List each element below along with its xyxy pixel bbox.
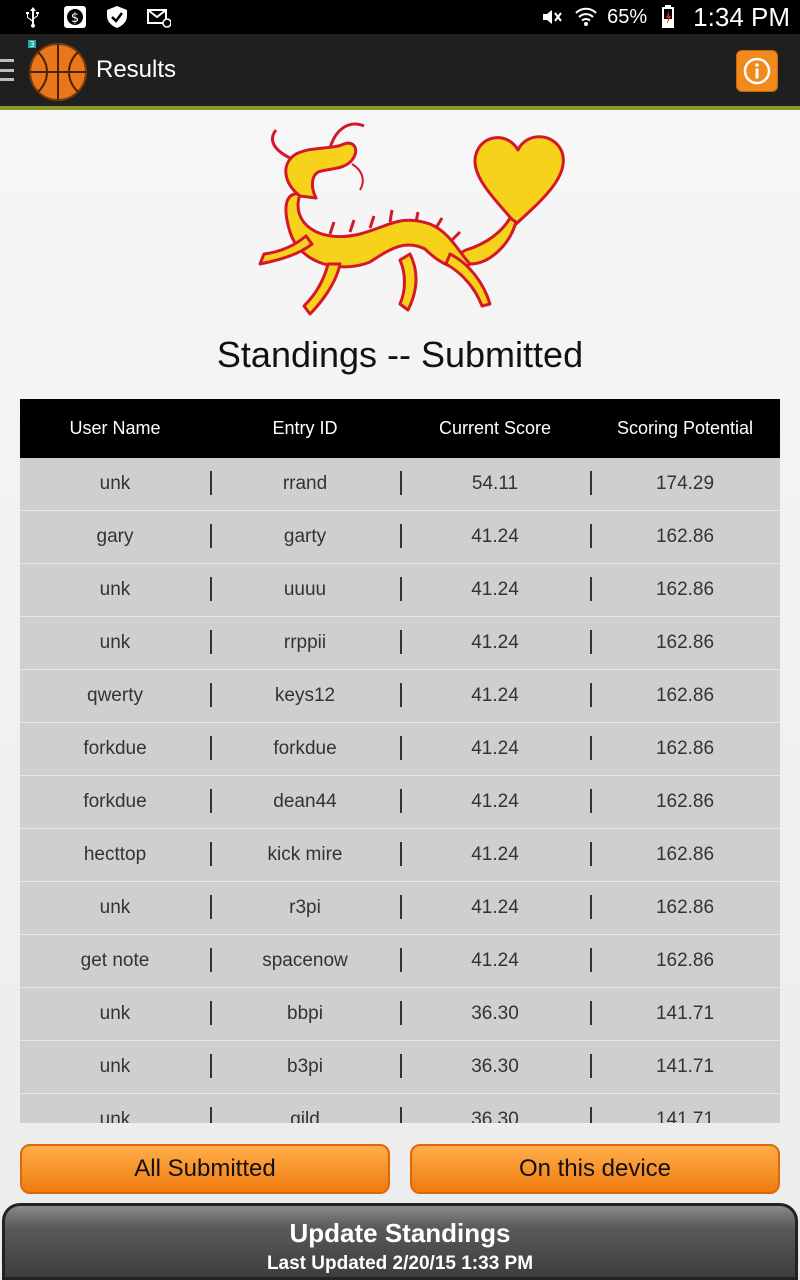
entry-id-cell: gild <box>210 1107 400 1123</box>
scoring-potential-cell: 162.86 <box>590 630 780 654</box>
usb-icon <box>20 5 46 29</box>
scoring-potential-cell: 162.86 <box>590 524 780 548</box>
update-standings-button[interactable]: Update Standings Last Updated 2/20/15 1:… <box>2 1203 798 1280</box>
column-header-scoring-potential[interactable]: Scoring Potential <box>590 418 780 439</box>
scoring-potential-cell: 162.86 <box>590 683 780 707</box>
scoring-potential-cell: 162.86 <box>590 789 780 813</box>
current-score-cell: 41.24 <box>400 736 590 760</box>
table-row[interactable]: unk rrppii 41.24 162.86 <box>20 617 780 670</box>
table-row[interactable]: gary garty 41.24 162.86 <box>20 511 780 564</box>
dollar-shield-icon: $ <box>62 5 88 29</box>
table-row[interactable]: unk gild 36.30 141.71 <box>20 1094 780 1123</box>
last-updated-text: Last Updated 2/20/15 1:33 PM <box>266 1253 534 1274</box>
user-name-cell: unk <box>99 579 131 600</box>
app-title: Results <box>96 56 177 83</box>
scoring-potential-cell: 174.29 <box>590 471 780 495</box>
scoring-potential-cell: 141.71 <box>590 1001 780 1025</box>
table-row[interactable]: forkdue forkdue 41.24 162.86 <box>20 723 780 776</box>
svg-text:$: $ <box>71 11 79 26</box>
entry-id-cell: uuuu <box>210 577 400 601</box>
scoring-potential-cell: 141.71 <box>590 1107 780 1123</box>
entry-id-cell: b3pi <box>210 1054 400 1078</box>
table-row[interactable]: unk uuuu 41.24 162.86 <box>20 564 780 617</box>
current-score-cell: 41.24 <box>400 842 590 866</box>
scoring-potential-cell: 141.71 <box>590 1054 780 1078</box>
user-name-cell: unk <box>99 1109 131 1123</box>
current-score-cell: 54.11 <box>400 471 590 495</box>
current-score-cell: 41.24 <box>400 577 590 601</box>
table-body: unk rrand 54.11 174.29 gary garty 41.24 162.86 u… <box>20 458 780 1123</box>
scoring-potential-cell: 162.86 <box>590 895 780 919</box>
current-score-cell: 41.24 <box>400 683 590 707</box>
all-submitted-button[interactable]: All Submitted <box>20 1144 390 1194</box>
table-row[interactable]: qwerty keys12 41.24 162.86 <box>20 670 780 723</box>
battery-percent: 65% <box>607 5 648 28</box>
mute-icon <box>539 5 565 29</box>
battery-icon <box>655 5 681 29</box>
current-score-cell: 41.24 <box>400 895 590 919</box>
entry-id-cell: forkdue <box>210 736 400 760</box>
user-name-cell: unk <box>99 897 131 918</box>
basketball-logo[interactable]: 3 <box>26 38 90 102</box>
email-icon <box>146 5 172 29</box>
user-name-cell: unk <box>99 473 131 494</box>
entry-id-cell: garty <box>210 524 400 548</box>
page-title: Standings -- Submitted <box>216 334 584 375</box>
user-name-cell: forkdue <box>83 791 147 812</box>
clock: 1:34 PM <box>693 1 790 32</box>
entry-id-cell: rrppii <box>210 630 400 654</box>
standings-table[interactable]: User Name Entry ID Current Score Scoring… <box>20 399 780 1123</box>
user-name-cell: gary <box>96 526 134 547</box>
current-score-cell: 36.30 <box>400 1107 590 1123</box>
current-score-cell: 41.24 <box>400 789 590 813</box>
table-row[interactable]: unk rrand 54.11 174.29 <box>20 458 780 511</box>
user-name-cell: get note <box>80 950 150 971</box>
column-header-user-name[interactable]: User Name <box>20 418 210 439</box>
update-standings-label: Update Standings <box>289 1218 511 1248</box>
user-name-cell: hecttop <box>83 844 147 865</box>
entry-id-cell: keys12 <box>210 683 400 707</box>
table-row[interactable]: get note spacenow 41.24 162.86 <box>20 935 780 988</box>
on-this-device-button[interactable]: On this device <box>410 1144 780 1194</box>
current-score-cell: 41.24 <box>400 630 590 654</box>
table-row[interactable]: forkdue dean44 41.24 162.86 <box>20 776 780 829</box>
entry-id-cell: rrand <box>210 471 400 495</box>
info-button[interactable] <box>736 50 778 92</box>
entry-id-cell: bbpi <box>210 1001 400 1025</box>
user-name-cell: unk <box>99 632 131 653</box>
shield-check-icon <box>104 5 130 29</box>
scoring-potential-cell: 162.86 <box>590 736 780 760</box>
table-header: User Name Entry ID Current Score Scoring… <box>20 399 780 458</box>
user-name-cell: forkdue <box>83 738 147 759</box>
current-score-cell: 36.30 <box>400 1001 590 1025</box>
user-name-cell: qwerty <box>87 685 143 706</box>
entry-id-cell: dean44 <box>210 789 400 813</box>
current-score-cell: 41.24 <box>400 948 590 972</box>
scoring-potential-cell: 162.86 <box>590 842 780 866</box>
scoring-potential-cell: 162.86 <box>590 948 780 972</box>
current-score-cell: 41.24 <box>400 524 590 548</box>
table-row[interactable]: unk b3pi 36.30 141.71 <box>20 1041 780 1094</box>
wifi-icon <box>573 5 599 29</box>
status-bar: $ 65% 1:34 PM <box>0 0 800 34</box>
action-bar: 3 Results <box>0 34 800 110</box>
menu-icon[interactable] <box>0 59 14 81</box>
info-icon <box>743 57 771 85</box>
entry-id-cell: r3pi <box>210 895 400 919</box>
scoring-potential-cell: 162.86 <box>590 577 780 601</box>
user-name-cell: unk <box>99 1056 131 1077</box>
entry-id-cell: kick mire <box>210 842 400 866</box>
table-row[interactable]: unk r3pi 41.24 162.86 <box>20 882 780 935</box>
logo-badge: 3 <box>29 40 34 49</box>
user-name-cell: unk <box>99 1003 131 1024</box>
column-header-current-score[interactable]: Current Score <box>400 418 590 439</box>
entry-id-cell: spacenow <box>210 948 400 972</box>
table-row[interactable]: unk bbpi 36.30 141.71 <box>20 988 780 1041</box>
current-score-cell: 36.30 <box>400 1054 590 1078</box>
column-header-entry-id[interactable]: Entry ID <box>210 418 400 439</box>
dragon-logo <box>258 122 565 316</box>
table-row[interactable]: hecttop kick mire 41.24 162.86 <box>20 829 780 882</box>
